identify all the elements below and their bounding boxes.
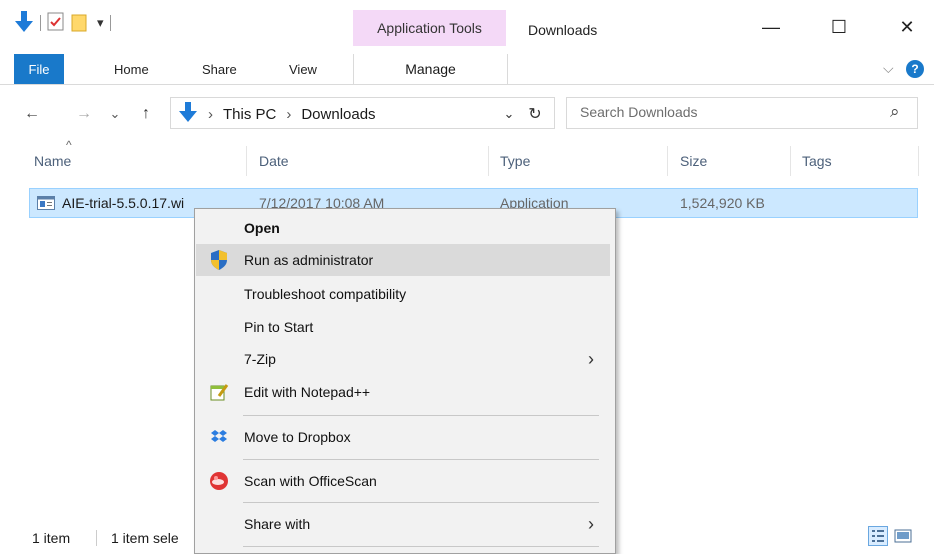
menu-separator <box>243 502 599 503</box>
menu-separator <box>243 415 599 416</box>
large-icons-view-icon[interactable] <box>894 528 912 547</box>
menu-item-label: Share with <box>244 516 311 532</box>
menu-item-pin-to-start[interactable]: Pin to Start <box>196 311 610 343</box>
maximize-button[interactable]: ☐ <box>816 14 862 40</box>
column-header-date[interactable]: Date <box>259 146 289 176</box>
menu-item-share-with[interactable]: Share with › <box>196 508 610 540</box>
up-button[interactable]: ↑ <box>134 100 158 128</box>
menu-item-7-zip[interactable]: 7-Zip › <box>196 343 610 375</box>
menu-item-move-to-dropbox[interactable]: Move to Dropbox <box>196 421 610 453</box>
breadcrumb-this-pc[interactable]: This PC <box>223 106 276 123</box>
installer-file-icon <box>37 195 55 214</box>
column-divider[interactable] <box>667 146 668 176</box>
menu-item-label: Pin to Start <box>244 319 314 335</box>
menu-item-label: 7-Zip <box>244 351 276 367</box>
details-view-icon[interactable] <box>868 526 888 546</box>
address-history-dropdown[interactable]: ⌄ <box>499 100 519 128</box>
minimize-button[interactable]: — <box>748 14 794 40</box>
tab-view[interactable]: View <box>289 54 317 84</box>
column-header-tags[interactable]: Tags <box>802 146 832 176</box>
refresh-button[interactable]: ↻ <box>523 100 547 128</box>
properties-icon[interactable] <box>47 12 65 35</box>
column-divider[interactable] <box>918 146 919 176</box>
tab-file[interactable]: File <box>14 54 64 84</box>
window-title: Downloads <box>528 22 598 38</box>
help-icon[interactable]: ? <box>906 60 924 78</box>
selection-count: 1 item sele <box>111 530 179 546</box>
search-icon[interactable]: ⌕ <box>890 102 900 122</box>
notepad-icon <box>208 381 230 403</box>
search-placeholder: Search Downloads <box>580 104 698 120</box>
submenu-arrow-icon: › <box>588 513 594 534</box>
submenu-arrow-icon: › <box>588 348 594 369</box>
tab-share[interactable]: Share <box>202 54 237 84</box>
breadcrumb: › This PC › Downloads <box>178 100 376 128</box>
menu-item-label: Move to Dropbox <box>244 429 351 445</box>
breadcrumb-separator: › <box>286 105 292 123</box>
menu-item-open[interactable]: Open <box>196 212 610 244</box>
menu-item-troubleshoot-compatibility[interactable]: Troubleshoot compatibility <box>196 278 610 310</box>
back-button[interactable]: ← <box>18 100 46 128</box>
menu-separator <box>243 459 599 460</box>
menu-item-label: Edit with Notepad++ <box>244 384 371 400</box>
column-header-size[interactable]: Size <box>680 146 707 176</box>
tab-manage[interactable]: Manage <box>353 54 508 84</box>
menu-item-label: Troubleshoot compatibility <box>244 286 407 302</box>
column-divider[interactable] <box>488 146 489 176</box>
expand-ribbon-chevron-icon[interactable]: ⌵ <box>883 60 894 77</box>
customize-toolbar-dropdown[interactable]: ▾ <box>97 15 104 31</box>
officescan-icon <box>208 470 230 492</box>
toolbar-separator <box>40 15 41 31</box>
menu-item-edit-with-notepad[interactable]: Edit with Notepad++ <box>196 376 610 408</box>
download-arrow-icon[interactable] <box>14 10 34 37</box>
tab-home[interactable]: Home <box>114 54 149 84</box>
file-name: AIE-trial-5.5.0.17.wi <box>62 195 185 211</box>
contextual-tab-group-label: Application Tools <box>353 10 506 46</box>
new-folder-icon[interactable] <box>71 12 91 35</box>
item-count: 1 item <box>32 530 71 546</box>
uac-shield-icon <box>208 249 230 271</box>
menu-item-run-as-administrator[interactable]: Run as administrator <box>196 244 610 276</box>
status-separator <box>96 530 97 546</box>
recent-locations-dropdown[interactable]: ⌄ <box>106 100 124 128</box>
breadcrumb-downloads[interactable]: Downloads <box>301 106 375 123</box>
menu-item-scan-with-officescan[interactable]: Scan with OfficeScan <box>196 465 610 497</box>
column-divider[interactable] <box>790 146 791 176</box>
menu-separator <box>243 546 599 547</box>
context-menu: Open Run as administrator Troubleshoot c… <box>194 208 616 554</box>
column-divider[interactable] <box>246 146 247 176</box>
forward-button[interactable]: → <box>72 100 96 128</box>
column-header-type[interactable]: Type <box>500 146 530 176</box>
close-button[interactable]: ✕ <box>884 14 930 40</box>
menu-item-label: Scan with OfficeScan <box>244 473 377 489</box>
dropbox-icon <box>208 426 230 448</box>
quick-access-toolbar: ▾ <box>14 10 111 36</box>
breadcrumb-separator: › <box>208 105 213 123</box>
menu-item-label: Run as administrator <box>244 252 374 268</box>
toolbar-separator <box>109 15 111 31</box>
file-size: 1,524,920 KB <box>680 195 765 211</box>
menu-item-label: Open <box>244 220 280 236</box>
column-header-name[interactable]: Name <box>34 146 71 176</box>
downloads-location-icon <box>178 101 198 127</box>
